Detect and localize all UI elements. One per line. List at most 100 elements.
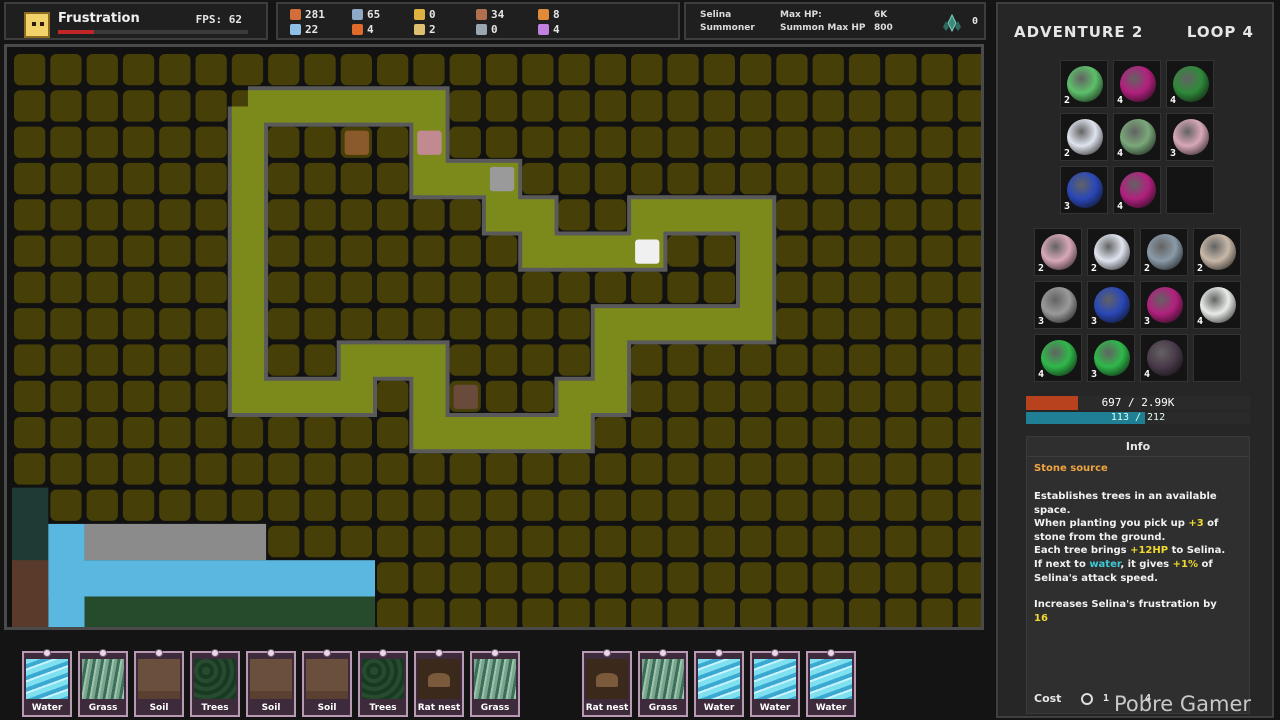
empty-tile: [122, 453, 155, 485]
card-ratnest[interactable]: Rat nest: [414, 649, 464, 717]
cost-label: Cost: [1034, 692, 1062, 705]
world-map[interactable]: [4, 44, 984, 630]
inventory-slot[interactable]: [1193, 334, 1241, 382]
empty-tile: [86, 308, 118, 340]
hero-portrait-icon[interactable]: [24, 12, 50, 38]
empty-tile: [703, 90, 735, 122]
empty-tile: [957, 235, 981, 267]
card-ratnest[interactable]: Rat nest: [582, 649, 632, 717]
card-name: Water: [31, 703, 63, 713]
card-name: Water: [815, 703, 847, 713]
empty-tile: [50, 199, 82, 231]
empty-tile: [485, 453, 518, 485]
card-soil[interactable]: Soil: [246, 649, 296, 717]
empty-tile: [631, 525, 663, 558]
empty-tile: [86, 162, 118, 195]
resource-wood: 281: [290, 7, 352, 22]
rock-icon: [489, 166, 515, 192]
empty-tile: [848, 453, 881, 485]
item-icon: [1200, 287, 1236, 323]
inventory-slot[interactable]: 2: [1193, 228, 1241, 276]
item-level: 2: [1038, 263, 1045, 274]
empty-tile: [812, 417, 844, 449]
card-water[interactable]: Water: [750, 649, 800, 717]
inventory-slot[interactable]: 3: [1034, 281, 1082, 329]
inventory-slot[interactable]: 3: [1087, 281, 1135, 329]
empty-tile: [921, 126, 953, 158]
empty-tile: [159, 162, 191, 195]
empty-tile: [812, 380, 844, 412]
empty-tile: [413, 598, 445, 627]
card-name: Water: [759, 703, 791, 713]
empty-tile: [921, 235, 953, 267]
inventory-slot[interactable]: 2: [1034, 228, 1082, 276]
card-trees[interactable]: Trees: [190, 649, 240, 717]
inventory-slot[interactable]: 4: [1034, 334, 1082, 382]
equip-slot[interactable]: 4: [1113, 166, 1161, 214]
empty-tile: [812, 308, 844, 340]
empty-tile: [122, 126, 155, 158]
empty-tile: [631, 417, 663, 449]
item-icon: [1094, 340, 1130, 376]
empty-tile: [957, 54, 981, 86]
card-water[interactable]: Water: [806, 649, 856, 717]
empty-tile: [848, 271, 881, 304]
equip-slot[interactable]: 3: [1166, 113, 1214, 161]
frustration-bar: [58, 30, 248, 34]
empty-tile: [304, 525, 336, 558]
loop-crystal-icon[interactable]: [942, 13, 962, 33]
equip-slot[interactable]: 4: [1113, 113, 1161, 161]
item-level: 3: [1091, 316, 1098, 327]
empty-tile: [522, 271, 554, 304]
ratnest-card-art-icon: [418, 659, 460, 699]
card-pin-icon: [771, 649, 779, 657]
empty-tile: [268, 162, 300, 195]
equip-slot[interactable]: 2: [1060, 60, 1108, 108]
equip-slot[interactable]: 2: [1060, 113, 1108, 161]
empty-tile: [86, 235, 118, 267]
card-grass[interactable]: Grass: [638, 649, 688, 717]
empty-tile: [195, 54, 227, 86]
empty-tile: [703, 417, 735, 449]
equip-slot[interactable]: 3: [1060, 166, 1108, 214]
empty-tile: [522, 90, 554, 122]
empty-tile: [812, 453, 844, 485]
equip-slot[interactable]: [1166, 166, 1214, 214]
empty-tile: [122, 235, 155, 267]
card-trees[interactable]: Trees: [358, 649, 408, 717]
empty-tile: [50, 380, 82, 412]
card-soil[interactable]: Soil: [134, 649, 184, 717]
inventory-slot[interactable]: 4: [1193, 281, 1241, 329]
equip-slot[interactable]: 4: [1113, 60, 1161, 108]
empty-tile: [268, 199, 300, 231]
empty-tile: [122, 380, 155, 412]
empty-tile: [921, 598, 953, 627]
equip-slot[interactable]: 4: [1166, 60, 1214, 108]
empty-tile: [122, 199, 155, 231]
empty-tile: [594, 598, 627, 627]
inventory-slot[interactable]: 4: [1140, 334, 1188, 382]
empty-tile: [413, 199, 445, 231]
inventory-slot[interactable]: 2: [1087, 228, 1135, 276]
empty-tile: [921, 271, 953, 304]
card-soil[interactable]: Soil: [302, 649, 352, 717]
inventory-slot[interactable]: 3: [1087, 334, 1135, 382]
inventory-slot[interactable]: 3: [1140, 281, 1188, 329]
empty-tile: [50, 126, 82, 158]
empty-tile: [594, 126, 627, 158]
resources-panel: 281 65 0 34 8 22 4 2 0 4: [276, 2, 680, 40]
empty-tile: [377, 598, 409, 627]
info-line-establish: Establishes trees in an available space.…: [1034, 491, 1226, 584]
card-grass[interactable]: Grass: [78, 649, 128, 717]
empty-tile: [159, 271, 191, 304]
grass-card-art-icon: [82, 659, 124, 699]
empty-tile: [667, 380, 699, 412]
empty-tile: [485, 525, 518, 558]
card-water[interactable]: Water: [22, 649, 72, 717]
card-grass[interactable]: Grass: [470, 649, 520, 717]
inventory-slot[interactable]: 2: [1140, 228, 1188, 276]
card-water[interactable]: Water: [694, 649, 744, 717]
map-tiles[interactable]: [7, 47, 981, 627]
item-icon: [1041, 340, 1077, 376]
resource-herb: 22: [290, 22, 352, 37]
